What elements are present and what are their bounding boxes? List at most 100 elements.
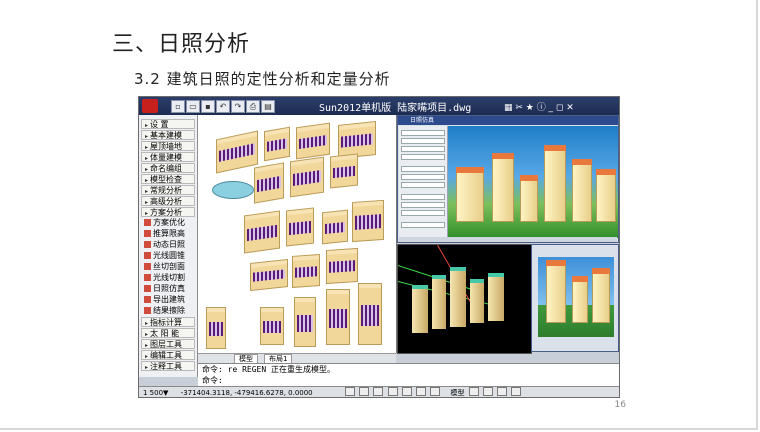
menu-item[interactable]: 光线圆锥 xyxy=(141,251,195,261)
print-icon[interactable]: ⎙ xyxy=(246,100,260,113)
building-block xyxy=(326,289,350,345)
sun-render-view[interactable] xyxy=(448,126,618,238)
menu-item[interactable]: 编辑工具 xyxy=(141,350,195,360)
menu-item[interactable]: 日照仿真 xyxy=(141,284,195,294)
title-bar: ▫ ▭ ▪ ↶ ↷ ⎙ ▤ Sun2012单机版 陆家嘴项目.dwg ▦ ✂ ★… xyxy=(139,97,619,115)
grid-toggle-icon[interactable] xyxy=(359,387,370,396)
building-block xyxy=(250,259,288,291)
app-screenshot: ▫ ▭ ▪ ↶ ↷ ⎙ ▤ Sun2012单机版 陆家嘴项目.dwg ▦ ✂ ★… xyxy=(138,96,620,398)
app-logo-icon[interactable] xyxy=(142,99,158,113)
polar-toggle-icon[interactable] xyxy=(387,387,398,396)
tower-render xyxy=(572,276,588,323)
setting-field[interactable] xyxy=(401,138,445,144)
window-tools[interactable]: ▦ ✂ ★ ⓘ _ ◻ ✕ xyxy=(504,100,574,113)
command-history-line: 命令: re REGEN 正在重生成模型。 xyxy=(202,365,335,374)
building-block xyxy=(216,130,258,174)
snap-toggle-icon[interactable] xyxy=(344,387,355,396)
menu-item[interactable]: 模型检查 xyxy=(141,174,195,184)
sun-settings-panel xyxy=(399,126,448,238)
menu-item[interactable]: 方案优化 xyxy=(141,218,195,228)
scale-selector[interactable]: 1 500▼ xyxy=(143,389,168,397)
setting-field[interactable] xyxy=(401,146,445,152)
sun-window-title: 日照仿真 xyxy=(398,116,618,125)
building-3d xyxy=(488,273,504,321)
lineweight-toggle-icon[interactable] xyxy=(430,387,441,396)
tower-render xyxy=(592,268,610,323)
drawing-canvas[interactable] xyxy=(198,115,397,353)
pan-icon[interactable] xyxy=(497,387,508,396)
tower-render xyxy=(492,153,514,222)
setting-field[interactable] xyxy=(401,130,445,136)
ray-analysis-view[interactable] xyxy=(397,244,532,354)
menu-item[interactable]: 常规分析 xyxy=(141,185,195,195)
menu-item[interactable]: 体量建模 xyxy=(141,152,195,162)
building-block xyxy=(260,307,284,345)
layout-icon[interactable] xyxy=(468,387,479,396)
setting-field[interactable] xyxy=(401,222,445,228)
menu-item[interactable]: 命名编组 xyxy=(141,163,195,173)
menu-item[interactable]: 基本建模 xyxy=(141,130,195,140)
building-block xyxy=(294,297,316,347)
menu-item[interactable]: 推算限高 xyxy=(141,229,195,239)
menu-item[interactable]: 屋顶墙地 xyxy=(141,141,195,151)
menu-item[interactable]: 高级分析 xyxy=(141,196,195,206)
building-block xyxy=(352,199,384,243)
menu-item[interactable]: 光线切割 xyxy=(141,273,195,283)
menu-item[interactable]: 指标计算 xyxy=(141,317,195,327)
save-icon[interactable]: ▪ xyxy=(201,100,215,113)
menu-item[interactable]: 丝切剖面 xyxy=(141,262,195,272)
ortho-toggle-icon[interactable] xyxy=(373,387,384,396)
command-prompt[interactable]: 命令: xyxy=(198,375,619,386)
menu-item[interactable]: 结果擦除 xyxy=(141,306,195,316)
window-title: Sun2012单机版 陆家嘴项目.dwg xyxy=(319,103,472,114)
setting-field[interactable] xyxy=(401,154,445,160)
menu-item[interactable]: 方案分析 xyxy=(141,207,195,217)
setting-field[interactable] xyxy=(401,202,445,208)
undo-icon[interactable]: ↶ xyxy=(216,100,230,113)
open-folder-icon[interactable]: ▭ xyxy=(186,100,200,113)
menu-item[interactable]: 注释工具 xyxy=(141,361,195,371)
perspective-view[interactable] xyxy=(531,244,619,352)
publish-icon[interactable]: ▤ xyxy=(261,100,275,113)
building-block xyxy=(244,210,280,254)
settings-icon[interactable] xyxy=(511,387,522,396)
building-3d xyxy=(432,275,446,329)
setting-field[interactable] xyxy=(401,194,445,200)
side-menu: 设 置基本建模屋顶墙地体量建模命名编组模型检查常规分析高级分析方案分析方案优化推… xyxy=(139,115,198,377)
osnap-toggle-icon[interactable] xyxy=(401,387,412,396)
setting-field[interactable] xyxy=(401,174,445,180)
setting-field[interactable] xyxy=(401,210,445,216)
sun-status-bar xyxy=(399,237,617,242)
zoom-icon[interactable] xyxy=(482,387,493,396)
menu-item[interactable]: 图层工具 xyxy=(141,339,195,349)
building-3d xyxy=(412,285,428,333)
tower-render xyxy=(596,169,616,222)
space-mode-button[interactable]: 模型 xyxy=(451,389,465,397)
building-block xyxy=(290,156,324,198)
building-block xyxy=(206,307,226,349)
building-block xyxy=(292,254,320,288)
building-block xyxy=(358,283,382,345)
sun-simulation-window: 日照仿真 xyxy=(397,115,619,243)
redo-icon[interactable]: ↷ xyxy=(231,100,245,113)
slide-subtitle: 3.2 建筑日照的定性分析和定量分析 xyxy=(134,70,391,88)
building-block xyxy=(330,153,358,189)
new-file-icon[interactable]: ▫ xyxy=(171,100,185,113)
setting-field[interactable] xyxy=(401,182,445,188)
site-ellipse xyxy=(212,181,254,199)
menu-item[interactable]: 太 阳 能 xyxy=(141,328,195,338)
command-line[interactable]: 命令: re REGEN 正在重生成模型。 命令: xyxy=(198,363,619,387)
building-3d xyxy=(470,279,484,323)
coordinate-readout: -371404.3118, -479416.6278, 0.0000 xyxy=(180,389,313,397)
setting-field[interactable] xyxy=(401,166,445,172)
menu-item[interactable]: 导出建筑 xyxy=(141,295,195,305)
otrack-toggle-icon[interactable] xyxy=(416,387,427,396)
tower-render xyxy=(572,159,592,222)
building-block xyxy=(286,207,314,247)
slide-title: 三、日照分析 xyxy=(112,32,251,57)
building-block xyxy=(254,162,284,204)
slide: 三、日照分析 3.2 建筑日照的定性分析和定量分析 16 ▫ ▭ ▪ ↶ ↷ ⎙… xyxy=(0,0,758,430)
menu-item[interactable]: 动态日照 xyxy=(141,240,195,250)
menu-item[interactable]: 设 置 xyxy=(141,119,195,129)
tower-render xyxy=(520,175,538,222)
